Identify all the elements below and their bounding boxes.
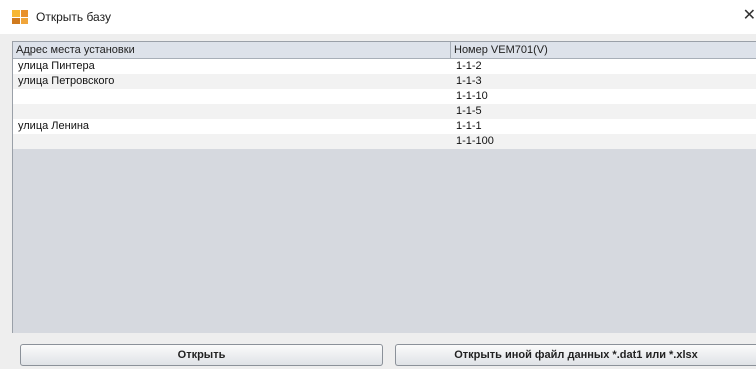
open-other-file-button[interactable]: Открыть иной файл данных *.dat1 или *.xl…	[395, 344, 756, 366]
window-title: Открыть базу	[36, 10, 111, 24]
cell-number: 1-1-10	[456, 90, 488, 102]
table-header: Адрес места установки Номер VEM701(V)	[13, 42, 756, 59]
cell-number: 1-1-3	[456, 75, 482, 87]
dialog-body: Адрес места установки Номер VEM701(V) ул…	[0, 34, 756, 369]
cell-number: 1-1-5	[456, 105, 482, 117]
open-button[interactable]: Открыть	[20, 344, 383, 366]
column-header-number[interactable]: Номер VEM701(V)	[451, 42, 756, 58]
cell-number: 1-1-1	[456, 120, 482, 132]
table-row[interactable]: 1-1-5	[13, 104, 756, 119]
database-table[interactable]: Адрес места установки Номер VEM701(V) ул…	[12, 41, 756, 333]
table-body: улица Пинтера 1-1-2 улица Петровского 1-…	[13, 59, 756, 149]
cell-address: улица Петровского	[18, 75, 115, 87]
table-row[interactable]: улица Пинтера 1-1-2	[13, 59, 756, 74]
table-row[interactable]: улица Петровского 1-1-3	[13, 74, 756, 89]
table-row[interactable]: 1-1-10	[13, 89, 756, 104]
cell-address: улица Пинтера	[18, 60, 95, 72]
app-icon	[12, 10, 28, 24]
cell-number: 1-1-100	[456, 135, 494, 147]
table-row[interactable]: улица Ленина 1-1-1	[13, 119, 756, 134]
cell-address: улица Ленина	[18, 120, 90, 132]
column-header-address[interactable]: Адрес места установки	[13, 42, 451, 58]
table-row[interactable]: 1-1-100	[13, 134, 756, 149]
cell-number: 1-1-2	[456, 60, 482, 72]
title-bar: Открыть базу ✕	[0, 0, 756, 34]
close-icon[interactable]: ✕	[742, 8, 756, 24]
